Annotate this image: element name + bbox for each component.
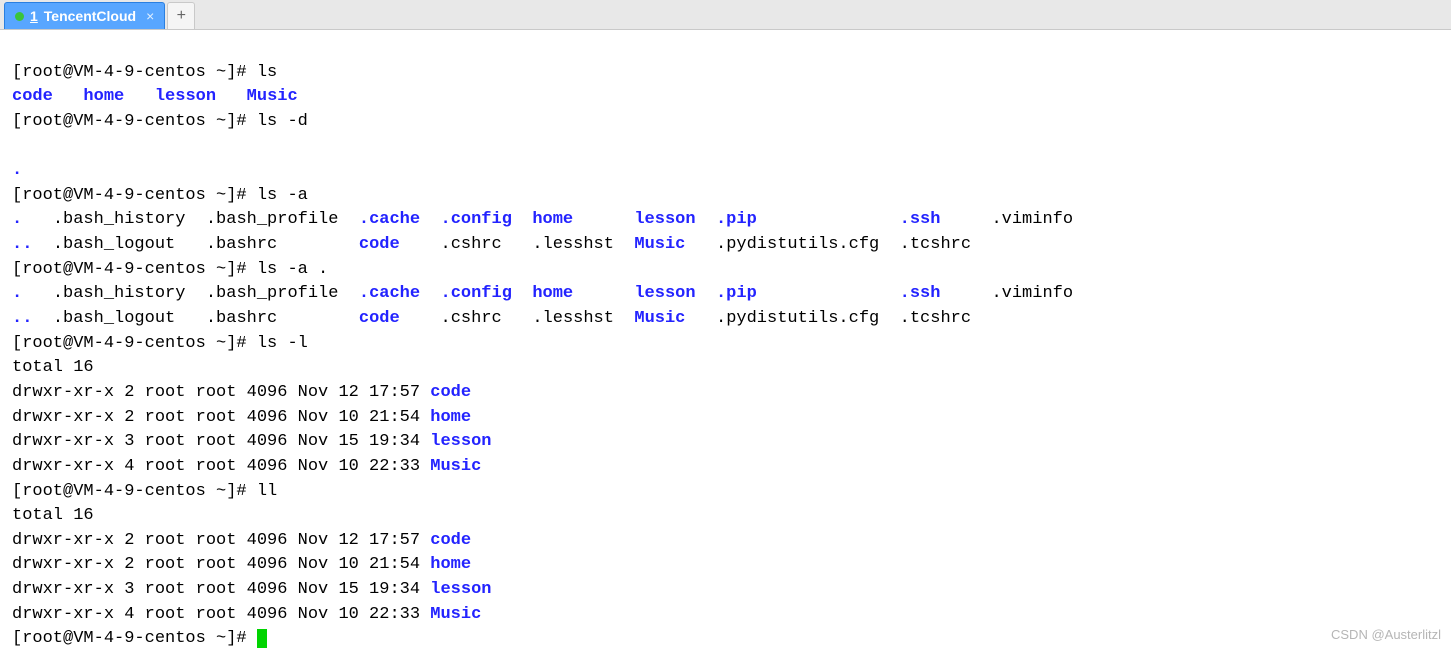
ll-r3-dir: lesson xyxy=(430,580,491,599)
cmd-ls-l: ls -l xyxy=(257,334,308,353)
lsl-r2-dir: home xyxy=(430,408,471,427)
lsa-r1c6: home xyxy=(532,210,573,229)
cmd-ls-a: ls -a xyxy=(257,186,308,205)
dir-music: Music xyxy=(247,87,298,106)
cmd-ls-d: ls -d xyxy=(257,112,308,131)
lsa2-r2c3: .bashrc xyxy=(206,309,277,328)
terminal[interactable]: [root@VM-4-9-centos ~]# ls code home les… xyxy=(0,30,1451,649)
lsa-r2c6: .lesshst xyxy=(532,235,614,254)
lsl-r2-pre: drwxr-xr-x 2 root root 4096 Nov 10 21:54 xyxy=(12,408,430,427)
lsa2-r1c10: .viminfo xyxy=(991,284,1073,303)
lsa2-r2c5: .cshrc xyxy=(441,309,502,328)
ll-r1-dir: code xyxy=(430,531,471,550)
prompt: [root@VM-4-9-centos ~]# xyxy=(12,112,257,131)
watermark: CSDN @Austerlitzl xyxy=(1331,626,1441,645)
prompt: [root@VM-4-9-centos ~]# xyxy=(12,186,257,205)
prompt: [root@VM-4-9-centos ~]# xyxy=(12,629,257,648)
lsa2-r1c8: .pip xyxy=(716,284,757,303)
dir-lesson: lesson xyxy=(155,87,216,106)
lsa-r1c7: lesson xyxy=(634,210,695,229)
lsa2-r2c2: .bash_logout xyxy=(53,309,175,328)
lsa-r1c5: .config xyxy=(441,210,512,229)
lsa-r1c3: .bash_profile xyxy=(206,210,339,229)
lsa-r2c3: .bashrc xyxy=(206,235,277,254)
lsl-r1-dir: code xyxy=(430,383,471,402)
cmd-ll: ll xyxy=(257,482,277,501)
lsa-r1c1: . xyxy=(12,210,22,229)
lsl-r3-dir: lesson xyxy=(430,432,491,451)
new-tab-button[interactable]: + xyxy=(167,2,195,29)
lsa-r2c2: .bash_logout xyxy=(53,235,175,254)
cursor-icon xyxy=(257,629,267,648)
tab-tencentcloud[interactable]: 1 TencentCloud × xyxy=(4,2,165,29)
lsa2-r1c7: lesson xyxy=(634,284,695,303)
dir-home: home xyxy=(83,87,124,106)
ll-r3-pre: drwxr-xr-x 3 root root 4096 Nov 15 19:34 xyxy=(12,580,430,599)
tab-title: TencentCloud xyxy=(44,8,136,24)
lsa2-r1c2: .bash_history xyxy=(53,284,186,303)
prompt: [root@VM-4-9-centos ~]# xyxy=(12,482,257,501)
ll-r1-pre: drwxr-xr-x 2 root root 4096 Nov 12 17:57 xyxy=(12,531,430,550)
dir-code: code xyxy=(12,87,53,106)
lsl-total: total 16 xyxy=(12,358,94,377)
cmd-ls-a-dot: ls -a . xyxy=(257,260,328,279)
ll-total: total 16 xyxy=(12,506,94,525)
lsa2-r2c6: .lesshst xyxy=(532,309,614,328)
cmd-ls: ls xyxy=(257,63,277,82)
ls-d-output: . xyxy=(12,161,22,180)
prompt: [root@VM-4-9-centos ~]# xyxy=(12,260,257,279)
lsl-r4-pre: drwxr-xr-x 4 root root 4096 Nov 10 22:33 xyxy=(12,457,430,476)
lsa2-r1c1: . xyxy=(12,284,22,303)
lsl-r3-pre: drwxr-xr-x 3 root root 4096 Nov 15 19:34 xyxy=(12,432,430,451)
lsa2-r1c3: .bash_profile xyxy=(206,284,339,303)
lsa-r1c2: .bash_history xyxy=(53,210,186,229)
ll-r2-dir: home xyxy=(430,555,471,574)
lsa2-r2c7: Music xyxy=(634,309,685,328)
lsa-r1c8: .pip xyxy=(716,210,757,229)
lsa-r2c7: Music xyxy=(634,235,685,254)
close-icon[interactable]: × xyxy=(146,8,154,24)
prompt: [root@VM-4-9-centos ~]# xyxy=(12,334,257,353)
lsa-r2c9: .tcshrc xyxy=(900,235,971,254)
lsa2-r2c9: .tcshrc xyxy=(900,309,971,328)
prompt: [root@VM-4-9-centos ~]# xyxy=(12,63,257,82)
lsa2-r1c9: .ssh xyxy=(900,284,941,303)
lsa2-r1c5: .config xyxy=(441,284,512,303)
lsa-r2c1: .. xyxy=(12,235,32,254)
ll-r4-pre: drwxr-xr-x 4 root root 4096 Nov 10 22:33 xyxy=(12,605,430,624)
lsa-r2c8: .pydistutils.cfg xyxy=(716,235,879,254)
lsa-r2c5: .cshrc xyxy=(441,235,502,254)
tab-bar: 1 TencentCloud × + xyxy=(0,0,1451,30)
lsa2-r2c1: .. xyxy=(12,309,32,328)
lsl-r1-pre: drwxr-xr-x 2 root root 4096 Nov 12 17:57 xyxy=(12,383,430,402)
ll-r4-dir: Music xyxy=(430,605,481,624)
lsa-r1c10: .viminfo xyxy=(991,210,1073,229)
lsa2-r1c4: .cache xyxy=(359,284,420,303)
lsa-r1c4: .cache xyxy=(359,210,420,229)
lsa-r2c4: code xyxy=(359,235,400,254)
lsa2-r2c4: code xyxy=(359,309,400,328)
ll-r2-pre: drwxr-xr-x 2 root root 4096 Nov 10 21:54 xyxy=(12,555,430,574)
lsl-r4-dir: Music xyxy=(430,457,481,476)
lsa2-r2c8: .pydistutils.cfg xyxy=(716,309,879,328)
lsa2-r1c6: home xyxy=(532,284,573,303)
tab-index: 1 xyxy=(30,8,38,24)
status-dot-icon xyxy=(15,12,24,21)
lsa-r1c9: .ssh xyxy=(900,210,941,229)
